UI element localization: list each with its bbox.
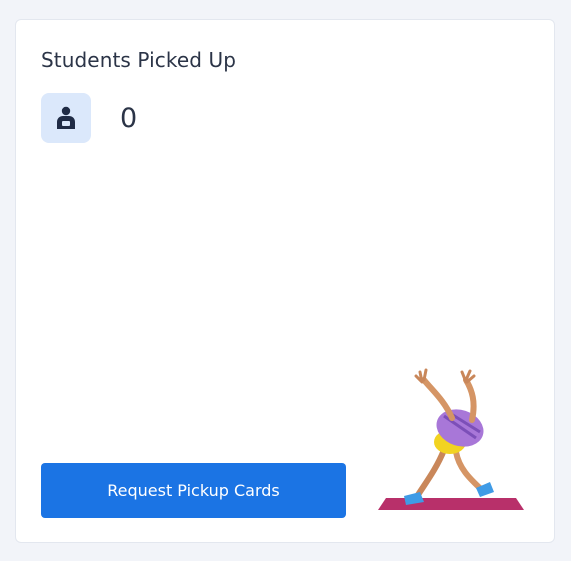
student-icon-tile bbox=[41, 93, 91, 143]
student-badge-icon bbox=[57, 106, 75, 129]
request-pickup-cards-button[interactable]: Request Pickup Cards bbox=[41, 463, 346, 518]
students-picked-up-card: Students Picked Up 0 Request Pickup Card… bbox=[15, 19, 555, 543]
picked-up-count: 0 bbox=[120, 102, 138, 134]
stretching-figure-illustration bbox=[378, 368, 524, 510]
card-title: Students Picked Up bbox=[41, 48, 237, 72]
stat-row: 0 bbox=[41, 93, 137, 143]
